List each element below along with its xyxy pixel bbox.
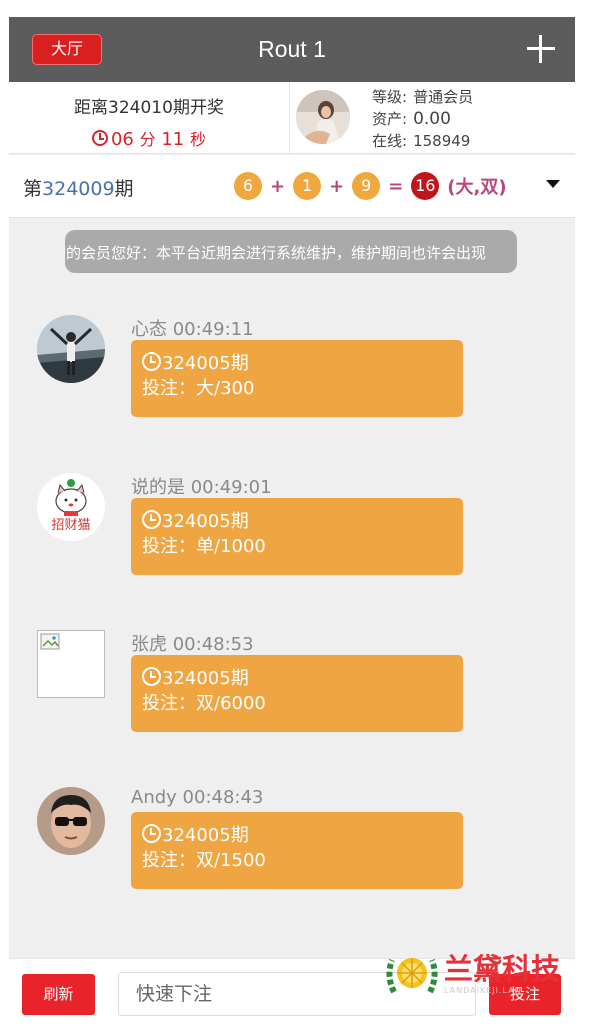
- avatar-caption: 招财猫: [51, 518, 90, 533]
- bet-detail: 投注：大/300: [142, 378, 255, 399]
- message-time: 00:49:11: [172, 319, 254, 340]
- bet-detail: 投注：单/1000: [142, 536, 266, 557]
- bottom-bar: 刷新 投注: [9, 958, 575, 1026]
- clock-icon: [91, 130, 108, 146]
- chat-message: Andy 00:48:43 324005期 投注：双/1500: [9, 787, 575, 927]
- countdown: 06 分 11 秒: [9, 126, 289, 150]
- user-meta: 等级: 普通会员 资产: 0.00 在线: 158949: [372, 86, 473, 152]
- info-bar: 距离324010期开奖 06 分 11 秒 等级: 普通会员 资产: 0.00 在线…: [9, 82, 575, 154]
- last-period: 第324009期: [23, 174, 134, 201]
- level-value: 普通会员: [413, 88, 474, 106]
- clock-icon: [142, 510, 161, 529]
- bet-bubble[interactable]: 324005期 投注：双/1500: [131, 812, 463, 889]
- avatar[interactable]: 招财猫: [37, 473, 105, 541]
- notice-marquee: 敬的会员您好：本平台近期会进行系统维护，维护期间也许会出现: [65, 230, 517, 273]
- message-meta: 说的是 00:49:01: [131, 473, 272, 499]
- draw-countdown-panel: 距离324010期开奖 06 分 11 秒: [9, 82, 290, 154]
- last-result-row[interactable]: 第324009期 6 + 1 + 9 = 16 (大,双): [9, 155, 575, 218]
- message-time: 00:48:53: [172, 634, 254, 655]
- message-time: 00:49:01: [190, 477, 272, 498]
- result-outcome: (大,双): [447, 177, 507, 198]
- message-meta: 张虎 00:48:53: [131, 630, 254, 656]
- bet-bubble[interactable]: 324005期 投注：单/1000: [131, 498, 463, 575]
- sum-ball: 16: [411, 172, 440, 200]
- sender-name: 说的是: [131, 477, 185, 498]
- quick-bet-input[interactable]: [118, 972, 476, 1016]
- countdown-seconds: 11: [161, 129, 185, 150]
- equals-sign: =: [388, 175, 404, 197]
- message-time: 00:48:43: [182, 787, 264, 808]
- clock-icon: [142, 352, 161, 371]
- broken-image-icon: [40, 633, 60, 650]
- message-meta: Andy 00:48:43: [131, 787, 263, 808]
- clock-icon: [142, 824, 161, 843]
- plus-sign: +: [270, 175, 286, 197]
- countdown-minutes: 06: [110, 129, 134, 150]
- bet-period: 324005期: [162, 511, 249, 532]
- bet-period: 324005期: [162, 825, 249, 846]
- result-ball: 6: [234, 172, 262, 200]
- refresh-button[interactable]: 刷新: [22, 974, 95, 1015]
- caret-down-icon[interactable]: [546, 180, 560, 188]
- sender-name: 心态: [131, 319, 167, 340]
- message-meta: 心态 00:49:11: [131, 315, 254, 341]
- notice-text: 敬的会员您好：本平台近期会进行系统维护，维护期间也许会出现: [65, 244, 487, 262]
- chat-message: 心态 00:49:11 324005期 投注：大/300: [9, 315, 575, 455]
- bet-period: 324005期: [162, 353, 249, 374]
- chat-message: 张虎 00:48:53 324005期 投注：双/6000: [9, 630, 575, 770]
- period-number: 324009: [42, 178, 115, 200]
- bet-button[interactable]: 投注: [489, 974, 561, 1015]
- bet-bubble[interactable]: 324005期 投注：双/6000: [131, 655, 463, 732]
- result-ball: 1: [293, 172, 322, 200]
- sender-name: 张虎: [131, 634, 167, 655]
- bet-detail: 投注：双/1500: [142, 850, 266, 871]
- next-draw-label: 距离324010期开奖: [74, 98, 224, 118]
- second-unit: 秒: [190, 130, 207, 149]
- avatar[interactable]: [37, 787, 105, 855]
- plus-icon[interactable]: [527, 35, 555, 63]
- sender-name: Andy: [131, 787, 177, 808]
- bet-period: 324005期: [162, 668, 249, 689]
- chat-message: 招财猫 说的是 00:49:01 324005期 投注：单/1000: [9, 473, 575, 613]
- assets-value: 0.00: [413, 109, 451, 129]
- online-value: 158949: [413, 132, 471, 150]
- period-prefix: 第: [23, 178, 43, 200]
- plus-sign: +: [329, 175, 345, 197]
- top-bar: Rout 1 大厅: [9, 17, 575, 82]
- clock-icon: [142, 667, 161, 686]
- bet-detail: 投注：双/6000: [142, 693, 266, 714]
- online-label: 在线:: [372, 132, 408, 150]
- user-avatar[interactable]: [296, 90, 350, 144]
- avatar[interactable]: [37, 315, 105, 383]
- assets-label: 资产:: [372, 110, 408, 128]
- result-balls: 6 + 1 + 9 = 16 (大,双): [234, 172, 507, 200]
- bet-bubble[interactable]: 324005期 投注：大/300: [131, 340, 463, 417]
- app-window: Rout 1 大厅 距离324010期开奖 06 分 11 秒 等级: 普通会员…: [9, 17, 575, 1026]
- period-suffix: 期: [114, 178, 134, 200]
- minute-unit: 分: [139, 130, 156, 149]
- result-ball: 9: [352, 172, 381, 200]
- hall-button[interactable]: 大厅: [32, 34, 102, 65]
- level-label: 等级:: [372, 88, 408, 106]
- broken-image-avatar[interactable]: [37, 630, 105, 698]
